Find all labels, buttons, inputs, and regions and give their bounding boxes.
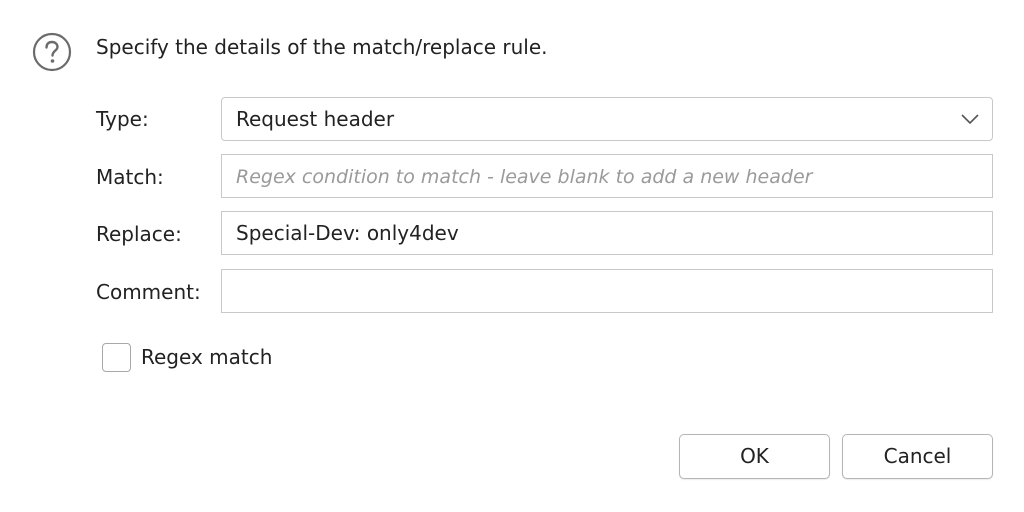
regex-match-option[interactable]: Regex match <box>102 342 272 372</box>
regex-match-label: Regex match <box>141 345 273 369</box>
cancel-button[interactable]: Cancel <box>842 434 993 479</box>
match-label: Match: <box>96 165 164 189</box>
match-input[interactable]: Regex condition to match - leave blank t… <box>221 154 993 198</box>
match-replace-rule-dialog: Specify the details of the match/replace… <box>0 0 1024 512</box>
chevron-down-icon <box>960 112 980 126</box>
replace-input[interactable]: Special-Dev: only4dev <box>221 211 993 255</box>
match-input-placeholder: Regex condition to match - leave blank t… <box>236 166 813 188</box>
comment-label: Comment: <box>96 280 201 304</box>
dialog-prompt: Specify the details of the match/replace… <box>96 35 548 59</box>
replace-label: Replace: <box>96 222 182 246</box>
type-select-value: Request header <box>236 107 395 131</box>
type-label: Type: <box>96 107 149 131</box>
ok-button[interactable]: OK <box>679 434 830 479</box>
comment-input[interactable] <box>221 269 993 313</box>
type-select[interactable]: Request header <box>221 97 993 141</box>
question-circle-icon <box>32 32 72 72</box>
regex-match-checkbox[interactable] <box>102 342 131 372</box>
replace-input-value: Special-Dev: only4dev <box>236 221 459 245</box>
